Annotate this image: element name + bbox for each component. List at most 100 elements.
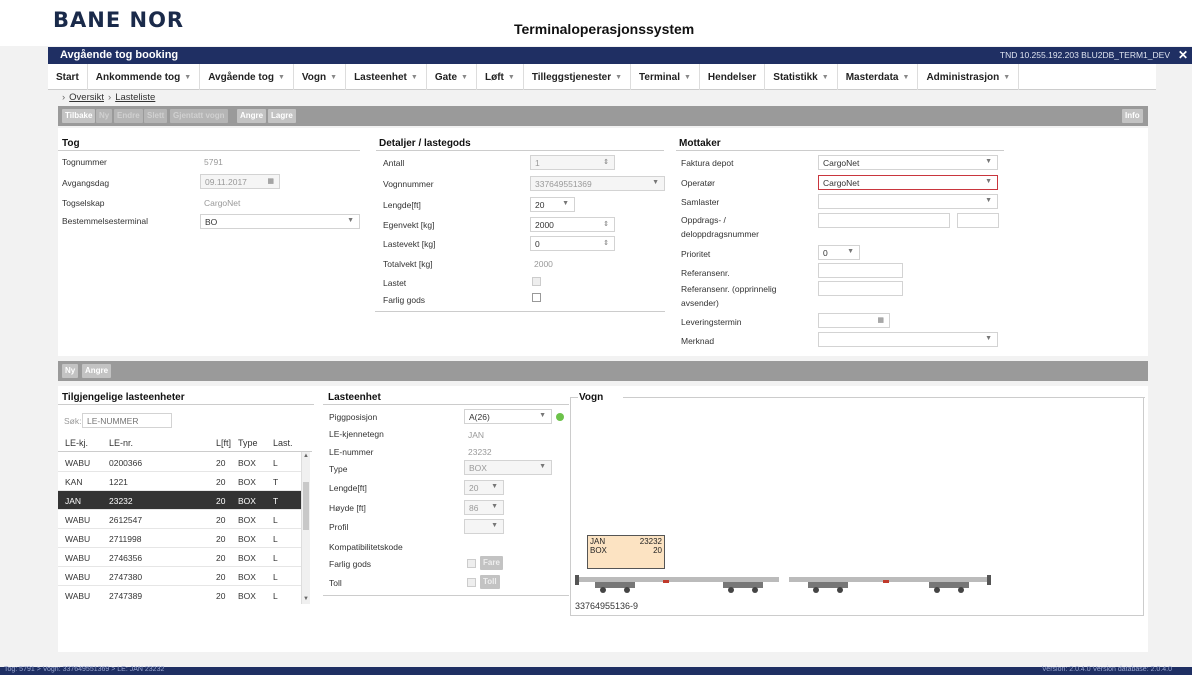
spinner-icon[interactable]: ⇕ (603, 158, 609, 166)
table-row[interactable]: JAN 23232 20 BOX T (58, 491, 301, 510)
breadcrumb: › Oversikt › Lasteliste (58, 92, 155, 103)
table-cell: BOX (238, 515, 256, 525)
table-row[interactable]: WABU 2612547 20 BOX L (58, 510, 301, 529)
table-cell: WABU (65, 534, 91, 544)
table-cell: 20 (216, 477, 226, 487)
vognnummer-select[interactable]: 337649551369 ▼ (530, 176, 665, 191)
table-row[interactable]: KAN 1221 20 BOX T (58, 472, 301, 491)
menu-item-label: Tilleggstjenester (531, 71, 612, 83)
breadcrumb-lasteliste[interactable]: Lasteliste (115, 92, 155, 103)
menu-item[interactable]: Tilleggstjenester ▼ (524, 64, 632, 90)
close-icon[interactable]: ✕ (1178, 48, 1188, 62)
toll-label: Toll (329, 578, 342, 588)
menu-item[interactable]: Gate ▼ (427, 64, 477, 90)
le-farlig-label: Farlig gods (329, 559, 372, 569)
table-row[interactable]: WABU 2711998 20 BOX L (58, 529, 301, 548)
scroll-up-icon[interactable]: ▲ (303, 453, 309, 459)
chevron-down-icon: ▼ (507, 73, 515, 81)
table-header: LE-kj. LE-nr. L[ft] Type Last. (58, 432, 312, 452)
col-header-type[interactable]: Type (238, 438, 258, 448)
menu-item-label: Løft (484, 71, 504, 83)
prioritet-select[interactable]: 0 ▼ (818, 245, 860, 260)
type-select[interactable]: BOX ▼ (464, 460, 552, 475)
spinner-icon[interactable]: ⇕ (603, 220, 609, 228)
table-row[interactable]: WABU 0200366 20 BOX L (58, 453, 301, 472)
col-header-last[interactable]: Last. (273, 438, 293, 448)
avgangsdag-field[interactable]: 09.11.2017 ▦ (200, 174, 280, 189)
divider (58, 404, 314, 405)
menu-item[interactable]: Masterdata ▼ (838, 64, 919, 90)
antall-field[interactable]: 1 ⇕ (530, 155, 615, 170)
table-cell: JAN (65, 496, 82, 506)
col-header-lenr[interactable]: LE-nr. (109, 438, 133, 448)
info-button[interactable]: Info (1122, 109, 1143, 123)
angre-button[interactable]: Angre (237, 109, 267, 123)
scrollbar-thumb[interactable] (303, 482, 309, 530)
calendar-icon[interactable]: ▦ (877, 316, 884, 324)
toll-button[interactable]: Toll (480, 575, 500, 589)
pigg-select[interactable]: A(26) ▼ (464, 409, 552, 424)
merknad-select[interactable]: ▼ (818, 332, 998, 347)
lagre-button[interactable]: Lagre (268, 109, 296, 123)
divider (570, 397, 578, 398)
col-header-lft[interactable]: L[ft] (216, 438, 231, 448)
menu-item[interactable]: Ankommende tog ▼ (88, 64, 201, 90)
faktura-select[interactable]: CargoNet ▼ (818, 155, 998, 170)
table-row[interactable]: WABU 2746356 20 BOX L (58, 548, 301, 567)
search-input[interactable] (82, 413, 172, 428)
breadcrumb-oversikt[interactable]: Oversikt (69, 92, 104, 103)
lastet-checkbox[interactable] (532, 277, 541, 286)
samlaster-select[interactable]: ▼ (818, 194, 998, 209)
gjentatt-vogn-button[interactable]: Gjentatt vogn (170, 109, 228, 123)
ny-le-button[interactable]: Ny (62, 364, 79, 378)
menu-item[interactable]: Administrasjon ▼ (918, 64, 1020, 90)
operator-select[interactable]: CargoNet ▼ (818, 175, 998, 190)
referanse-field[interactable] (818, 263, 903, 278)
endre-button[interactable]: Endre (114, 109, 143, 123)
lastevekt-field[interactable]: 0 ⇕ (530, 236, 615, 251)
load-unit-box[interactable]: JAN 23232 BOX 20 (587, 535, 665, 569)
bestemmelse-select[interactable]: BO ▼ (200, 214, 360, 229)
scroll-down-icon[interactable]: ▼ (303, 596, 309, 602)
menu-item[interactable]: Terminal ▼ (631, 64, 700, 90)
deloppdrag-field[interactable] (957, 213, 999, 228)
lastet-label: Lastet (383, 278, 407, 288)
divider (323, 595, 569, 596)
type-label: Type (329, 464, 348, 474)
hoyde-select[interactable]: 86 ▼ (464, 500, 504, 515)
table-scrollbar[interactable]: ▲ ▼ (301, 452, 310, 604)
angre-le-button[interactable]: Angre (82, 364, 112, 378)
toll-checkbox[interactable] (467, 578, 476, 587)
table-cell: L (273, 591, 278, 601)
menu-item[interactable]: Start (48, 64, 88, 90)
slett-button[interactable]: Slett (144, 109, 168, 123)
menu-item[interactable]: Vogn ▼ (294, 64, 347, 90)
ny-button[interactable]: Ny (96, 109, 113, 123)
col-header-lekj[interactable]: LE-kj. (65, 438, 88, 448)
menu-item[interactable]: Avgående tog ▼ (200, 64, 294, 90)
lengde-select[interactable]: 20 ▼ (530, 197, 575, 212)
le-farlig-checkbox[interactable] (467, 559, 476, 568)
profil-select[interactable]: ▼ (464, 519, 504, 534)
table-row[interactable]: WABU 2747380 20 BOX L (58, 567, 301, 586)
spinner-icon[interactable]: ⇕ (603, 239, 609, 247)
fare-button[interactable]: Fare (480, 556, 503, 570)
table-cell: BOX (238, 496, 256, 506)
calendar-icon[interactable]: ▦ (267, 177, 274, 185)
menu-item[interactable]: Løft ▼ (477, 64, 524, 90)
menu-item[interactable]: Hendelser (700, 64, 766, 90)
egenvekt-field[interactable]: 2000 ⇕ (530, 217, 615, 232)
le-lengde-select[interactable]: 20 ▼ (464, 480, 504, 495)
oppdrag-field[interactable] (818, 213, 950, 228)
chevron-down-icon: ▼ (347, 217, 354, 224)
table-cell: T (273, 477, 279, 487)
menu-item[interactable]: Statistikk ▼ (765, 64, 838, 90)
menu-item[interactable]: Lasteenhet ▼ (346, 64, 427, 90)
mottaker-section-title: Mottaker (679, 138, 721, 149)
levering-field[interactable]: ▦ (818, 313, 890, 328)
pigg-value: A(26) (469, 412, 490, 422)
table-row[interactable]: WABU 2747389 20 BOX L (58, 586, 301, 604)
farlig-checkbox[interactable] (532, 293, 541, 302)
referanse2-field[interactable] (818, 281, 903, 296)
tilbake-button[interactable]: Tilbake (62, 109, 96, 123)
